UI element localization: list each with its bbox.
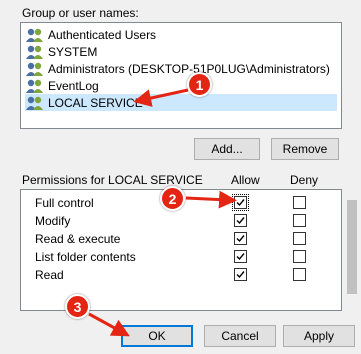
arrow-1 [133, 88, 189, 107]
arrow-3 [88, 312, 130, 337]
step-1-badge: 1 [187, 72, 212, 97]
step-3-badge: 3 [65, 294, 90, 319]
step-2-badge: 2 [160, 186, 185, 211]
arrow-2 [185, 190, 237, 209]
annotation-arrows [88, 88, 237, 337]
